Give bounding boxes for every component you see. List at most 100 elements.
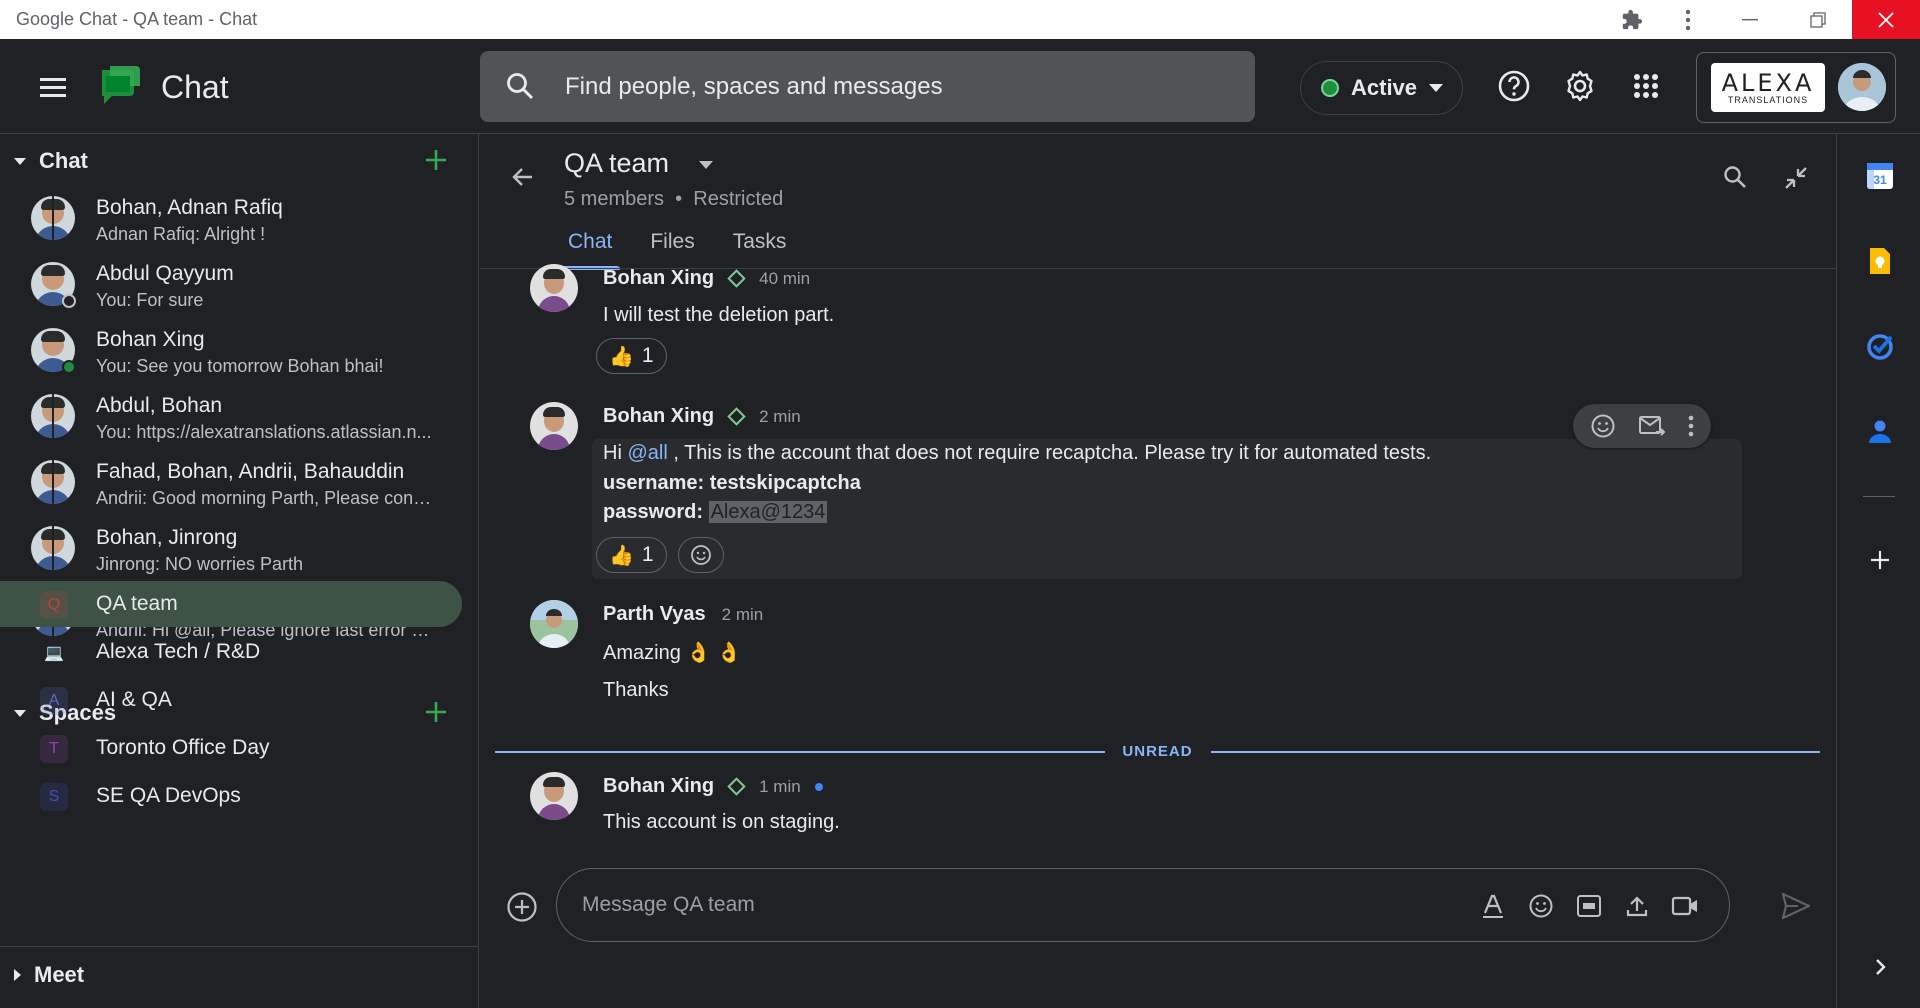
message-text: This account is on staging. <box>603 811 840 833</box>
account-avatar[interactable] <box>1838 63 1886 111</box>
reaction-chip[interactable]: 👍 1 <box>596 338 667 374</box>
conversation-panel: QA team 5 members • Restricted Chat File… <box>480 134 1836 1008</box>
reaction-count: 1 <box>641 344 654 367</box>
avatar[interactable] <box>530 264 578 312</box>
dm-list-item[interactable]: Bohan Xing You: See you tomorrow Bohan bh… <box>0 318 479 384</box>
room-menu-chevron-icon[interactable] <box>699 161 713 169</box>
space-list-item[interactable]: T Toronto Office Day <box>0 725 462 771</box>
message-text-part: , This is the account that does not requ… <box>667 442 1432 464</box>
dm-preview: You: For sure <box>96 290 204 310</box>
dm-list-item[interactable]: Bohan, Adnan Rafiq Adnan Rafiq: Alright ! <box>0 186 479 252</box>
meet-section-header[interactable]: Meet <box>0 949 479 1001</box>
message-text: Amazing 👌 👌 <box>603 642 742 664</box>
dm-list-item[interactable]: Fahad, Bohan, Andrii, Bahauddin Andrii: G… <box>0 450 479 516</box>
apps-grid-icon[interactable] <box>1629 69 1663 103</box>
account-switcher[interactable]: ALEXA TRANSLATIONS <box>1696 52 1896 123</box>
tab-files[interactable]: Files <box>636 230 708 270</box>
message-time: 2 min <box>759 406 801 426</box>
contacts-icon[interactable] <box>1865 416 1895 446</box>
message-author: Bohan Xing 40 min <box>603 267 810 290</box>
keep-icon[interactable] <box>1865 246 1895 276</box>
space-list-item[interactable]: Q QA team <box>0 581 462 627</box>
forward-to-inbox-icon[interactable] <box>1638 414 1666 438</box>
dm-name: Abdul Qayyum <box>96 262 234 285</box>
thumbs-up-icon: 👍 <box>609 544 634 567</box>
message-author: Parth Vyas 2 min <box>603 603 763 626</box>
avatar <box>31 460 75 504</box>
author-name[interactable]: Parth Vyas <box>603 603 706 626</box>
search-in-room-icon[interactable] <box>1722 164 1748 190</box>
tab-tasks[interactable]: Tasks <box>719 230 801 270</box>
emoji-icon[interactable] <box>1517 891 1565 921</box>
upload-file-icon[interactable] <box>1613 891 1661 921</box>
window-title: Google Chat - QA team - Chat <box>16 9 258 29</box>
dm-name: Bohan, Jinrong <box>96 526 238 549</box>
more-vert-icon[interactable] <box>1660 0 1716 39</box>
dm-list-item[interactable]: Abdul Qayyum You: For sure <box>0 252 479 318</box>
expand-panel-chevron-icon[interactable] <box>1865 952 1895 982</box>
chat-section-title: Chat <box>39 148 88 173</box>
dm-name: Abdul, Bohan <box>96 394 223 417</box>
avatar[interactable] <box>530 402 578 450</box>
status-selector[interactable]: Active <box>1300 61 1463 115</box>
author-name[interactable]: Bohan Xing <box>603 775 714 798</box>
smiley-icon <box>691 545 711 565</box>
message-action-bar <box>1573 404 1711 448</box>
room-subtitle: 5 members • Restricted <box>564 188 784 210</box>
google-chat-logo-icon <box>98 64 142 108</box>
restore-icon[interactable] <box>1784 0 1852 39</box>
chat-section-header[interactable]: Chat <box>0 135 479 187</box>
mention-link[interactable]: @all <box>627 442 667 464</box>
close-window-icon[interactable] <box>1852 0 1920 39</box>
room-title[interactable]: QA team <box>564 148 669 179</box>
search-icon <box>505 71 535 101</box>
new-chat-plus-icon[interactable] <box>423 147 449 173</box>
dm-list-item[interactable]: Abdul, Bohan You: https://alexatranslatio… <box>0 384 479 450</box>
avatar[interactable] <box>530 600 578 648</box>
dm-list-item[interactable]: Bohan, Jinrong Jinrong: NO worries Parth <box>0 516 479 582</box>
message-input[interactable]: Message QA team <box>582 893 755 917</box>
more-options-icon[interactable] <box>1688 415 1694 437</box>
calendar-icon[interactable]: 31 <box>1865 161 1895 191</box>
add-reaction-icon[interactable] <box>1590 413 1616 439</box>
space-list-item[interactable]: 💻 Alexa Tech / R&D <box>0 629 462 675</box>
space-name: SE QA DevOps <box>96 784 241 807</box>
back-arrow-icon[interactable] <box>510 164 536 190</box>
gif-icon[interactable] <box>1565 891 1613 921</box>
video-meeting-icon[interactable] <box>1661 891 1709 921</box>
space-name: AI & QA <box>96 688 172 711</box>
collapse-view-icon[interactable] <box>1782 164 1810 192</box>
avatar[interactable] <box>530 772 578 820</box>
minimize-icon[interactable] <box>1716 0 1784 39</box>
username-label: username: <box>603 472 705 494</box>
add-reaction-button[interactable] <box>678 537 724 573</box>
divider <box>0 946 479 947</box>
extensions-icon[interactable] <box>1604 0 1660 39</box>
text-format-icon[interactable] <box>1469 891 1517 921</box>
expand-triangle-icon <box>14 969 21 981</box>
space-icon: T <box>40 735 68 763</box>
unread-divider: UNREAD <box>495 737 1820 767</box>
space-list-item[interactable]: S SE QA DevOps <box>0 773 462 819</box>
space-icon: A <box>40 687 68 715</box>
help-icon[interactable] <box>1497 69 1531 103</box>
status-label: Active <box>1351 75 1418 100</box>
main-menu-icon[interactable] <box>36 70 70 104</box>
tasks-icon[interactable] <box>1865 331 1895 361</box>
add-addon-plus-icon[interactable] <box>1865 545 1895 575</box>
tab-chat[interactable]: Chat <box>554 230 626 270</box>
message-author: Bohan Xing 2 min <box>603 405 801 428</box>
author-name[interactable]: Bohan Xing <box>603 405 714 428</box>
reaction-chip[interactable]: 👍 1 <box>596 537 667 573</box>
send-icon[interactable] <box>1780 891 1812 921</box>
author-name[interactable]: Bohan Xing <box>603 267 714 290</box>
message-composer[interactable]: Message QA team <box>556 868 1730 942</box>
search-bar[interactable]: Find people, spaces and messages <box>480 51 1255 122</box>
settings-gear-icon[interactable] <box>1563 69 1597 103</box>
space-list-item[interactable]: A AI & QA <box>0 677 462 723</box>
message-time: 2 min <box>721 604 764 624</box>
add-attachment-icon[interactable] <box>506 891 538 923</box>
sidebar: Chat Bohan, Adnan Rafiq Adnan Rafiq: Alri… <box>0 134 479 1008</box>
reaction-count: 1 <box>641 543 654 566</box>
search-input[interactable]: Find people, spaces and messages <box>565 73 943 101</box>
